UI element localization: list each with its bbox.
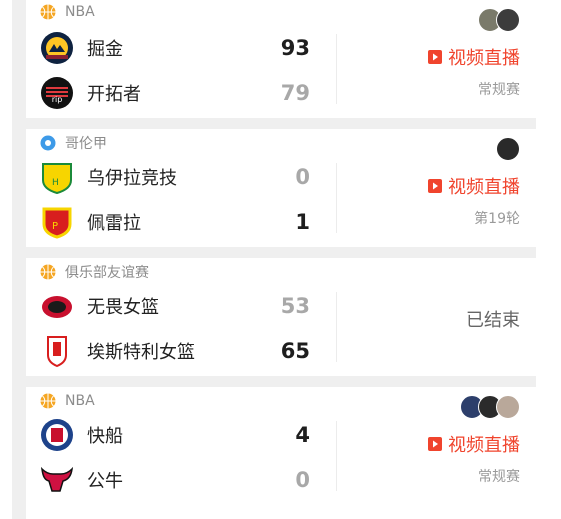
match-stage: 常规赛: [478, 82, 520, 98]
streamer-avatars[interactable]: [478, 8, 520, 32]
match-list: NBA 掘金 93 rip 开拓者 79 视频直播 常规赛 哥伦甲 H 乌伊拉竞…: [26, 0, 536, 519]
home-score: 4: [295, 423, 310, 447]
away-score: 0: [295, 468, 310, 492]
play-icon: [428, 179, 442, 193]
clippers-logo: [41, 419, 73, 451]
league-header: NBA: [40, 4, 95, 20]
bulls-logo: [40, 466, 74, 492]
basketball-icon: [40, 393, 56, 409]
team-name: 快船: [87, 426, 123, 447]
match-card[interactable]: 哥伦甲 H 乌伊拉竞技 0 P 佩雷拉 1 视频直播 第19轮: [26, 129, 536, 247]
svg-text:H: H: [52, 178, 59, 188]
divider: [336, 34, 337, 104]
match-card[interactable]: NBA 掘金 93 rip 开拓者 79 视频直播 常规赛: [26, 0, 536, 118]
match-card[interactable]: NBA 快船 4 公牛 0 视频直播 常规赛: [26, 387, 536, 519]
divider: [336, 421, 337, 491]
team-name: 开拓者: [87, 84, 141, 105]
away-score: 1: [295, 210, 310, 234]
league-header: 哥伦甲: [40, 135, 107, 152]
league-name: NBA: [65, 4, 95, 20]
league-name: 俱乐部友谊赛: [65, 265, 149, 281]
pereira-logo: P: [42, 207, 72, 239]
match-card[interactable]: 俱乐部友谊赛 无畏女篮 53 埃斯特利女篮 65 已结束: [26, 258, 536, 376]
team-name: 埃斯特利女篮: [87, 342, 195, 363]
team-name: 乌伊拉竞技: [87, 168, 177, 189]
huila-logo: H: [42, 163, 72, 194]
away-score: 79: [280, 81, 310, 105]
live-label: 视频直播: [448, 177, 520, 198]
left-gutter: [0, 0, 12, 519]
league-header: 俱乐部友谊赛: [40, 264, 149, 281]
video-live-link[interactable]: 视频直播: [428, 44, 520, 70]
basketball-icon: [40, 264, 56, 280]
league-name: NBA: [65, 393, 95, 409]
league-header: NBA: [40, 393, 95, 409]
nuggets-logo: [41, 32, 73, 64]
team-logo: [42, 296, 72, 318]
away-score: 65: [280, 339, 310, 363]
avatar[interactable]: [496, 8, 520, 32]
match-stage: 第19轮: [474, 211, 520, 227]
blazers-logo: rip: [41, 77, 73, 109]
play-icon: [428, 50, 442, 64]
avatar[interactable]: [496, 395, 520, 419]
soccer-ball-icon: [40, 135, 56, 151]
right-gutter: [536, 0, 561, 519]
home-score: 53: [280, 294, 310, 318]
streamer-avatars[interactable]: [460, 395, 520, 419]
league-name: 哥伦甲: [65, 136, 107, 152]
team-name: 无畏女篮: [87, 297, 159, 318]
divider: [336, 163, 337, 233]
video-live-link[interactable]: 视频直播: [428, 431, 520, 457]
team-name: 掘金: [87, 39, 123, 60]
team-logo: [47, 336, 67, 368]
live-label: 视频直播: [448, 48, 520, 69]
home-score: 0: [295, 165, 310, 189]
divider: [336, 292, 337, 362]
svg-text:rip: rip: [52, 95, 63, 104]
live-label: 视频直播: [448, 435, 520, 456]
play-icon: [428, 437, 442, 451]
match-status: 已结束: [466, 310, 520, 331]
avatar[interactable]: [496, 137, 520, 161]
home-score: 93: [280, 36, 310, 60]
streamer-avatars[interactable]: [496, 137, 520, 161]
team-name: 公牛: [87, 471, 123, 492]
basketball-icon: [40, 4, 56, 20]
svg-text:P: P: [52, 221, 58, 232]
video-live-link[interactable]: 视频直播: [428, 173, 520, 199]
team-name: 佩雷拉: [87, 213, 141, 234]
match-stage: 常规赛: [478, 469, 520, 485]
